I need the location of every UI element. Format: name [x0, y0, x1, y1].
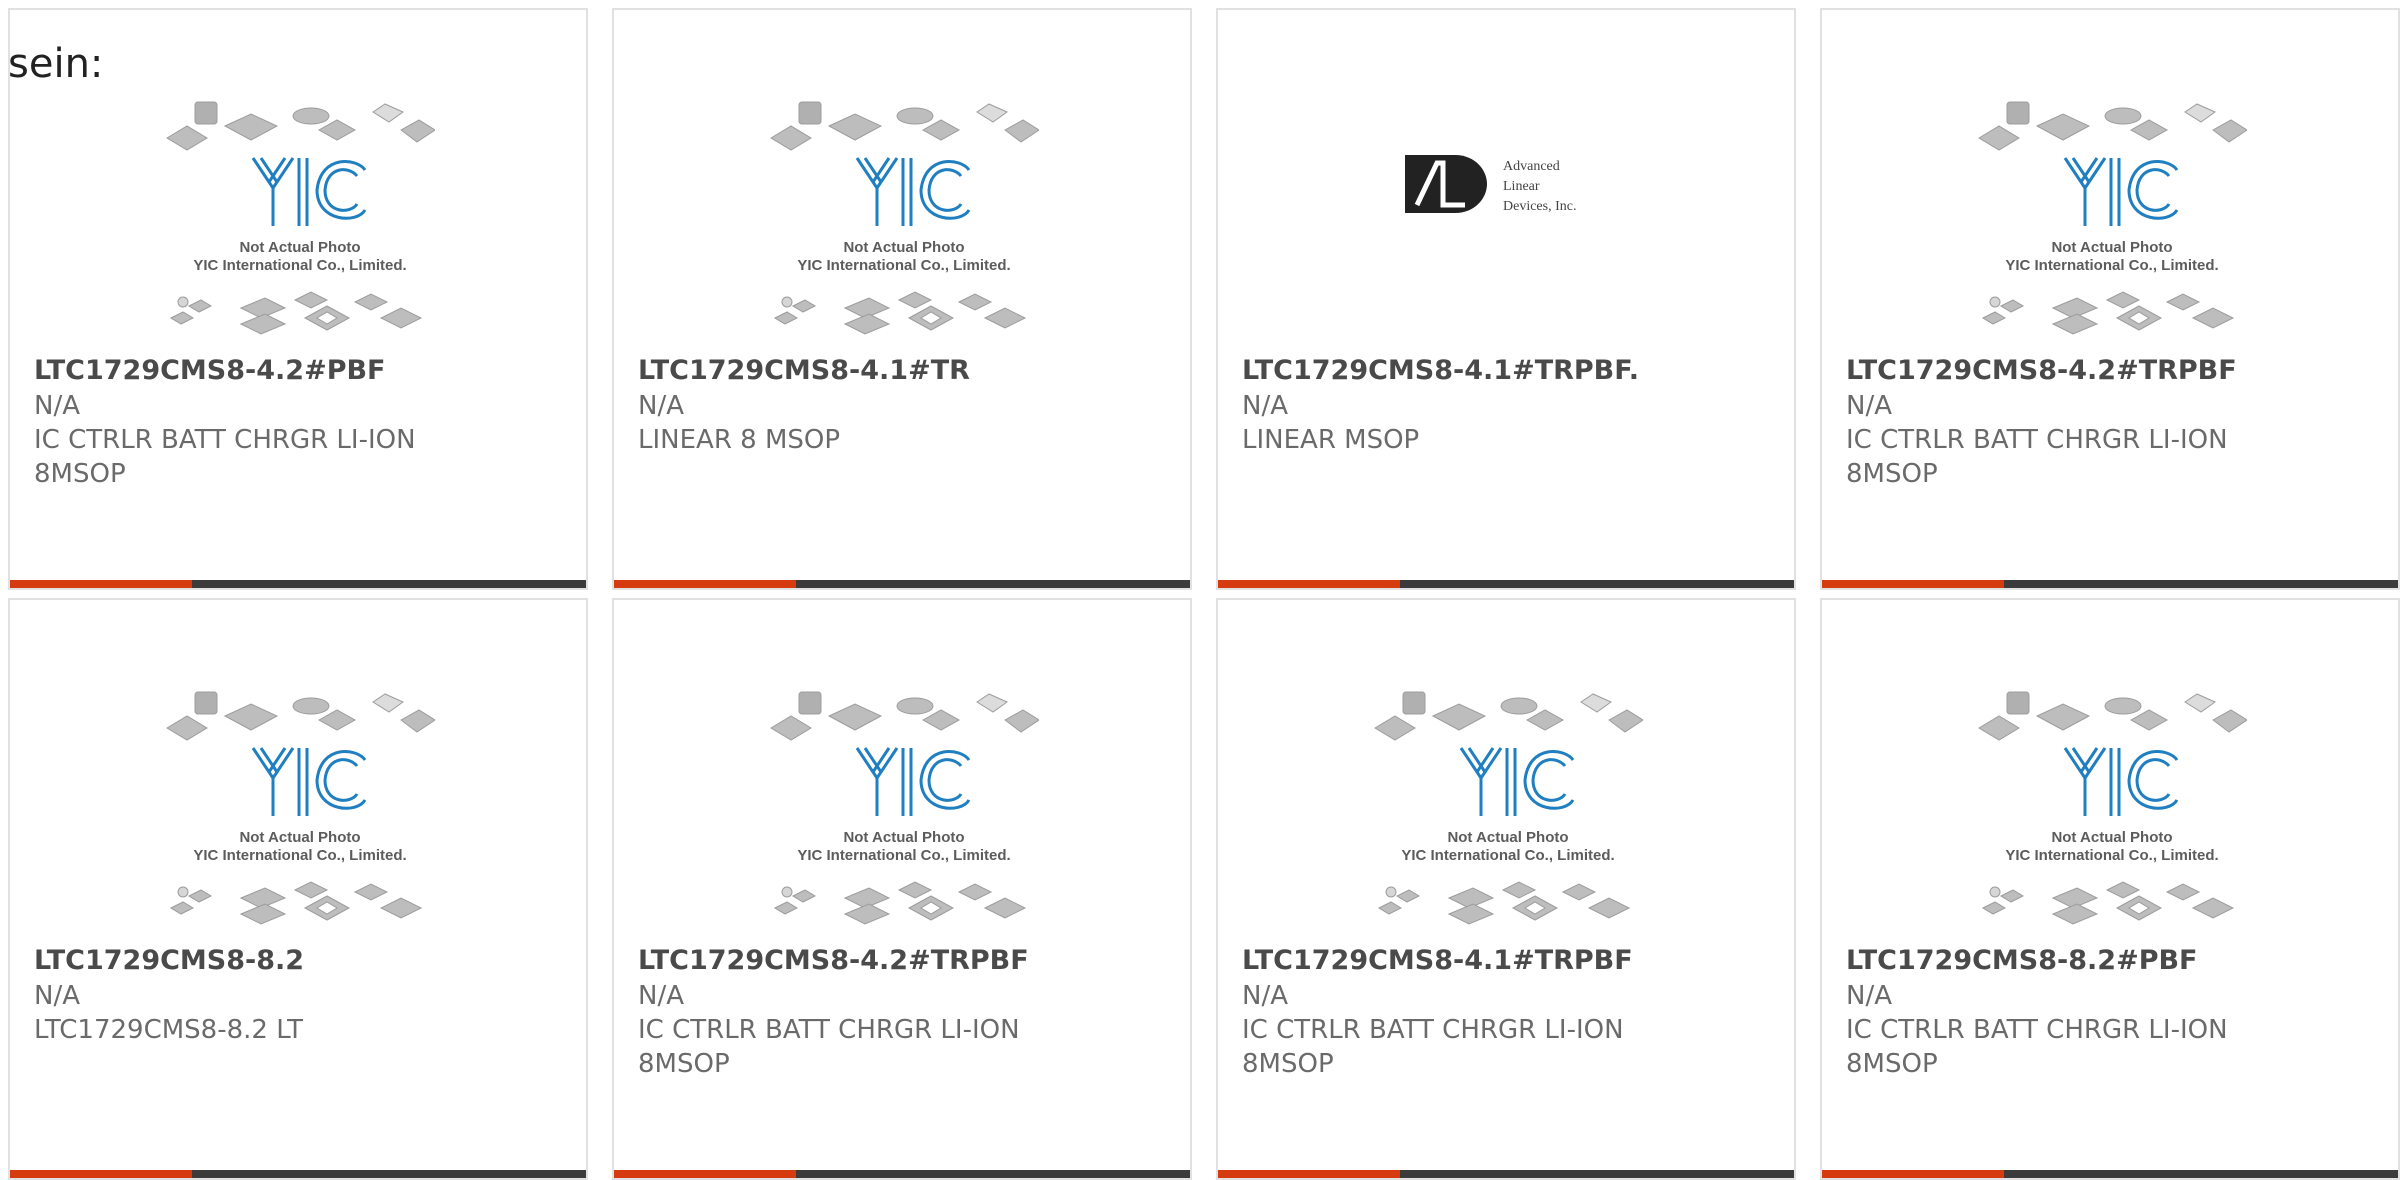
card-accent-bar: [1822, 580, 2398, 588]
placeholder-line-2: YIC International Co., Limited.: [2005, 847, 2218, 864]
card-accent-bar: [1218, 1170, 1794, 1178]
product-card[interactable]: Not Actual Photo YIC International Co., …: [1820, 8, 2400, 590]
card-accent-bar: [10, 580, 586, 588]
product-info: LTC1729CMS8-4.1#TRPBF. N/A LINEAR MSOP: [1242, 354, 1774, 457]
placeholder-line-2: YIC International Co., Limited.: [797, 847, 1010, 864]
manufacturer-text: N/A: [34, 981, 80, 1011]
card-accent-bar: [10, 1170, 586, 1178]
ald-company-logo: Advanced Linear Devices, Inc.: [1405, 155, 1576, 214]
product-info: LTC1729CMS8-8.2 N/A LTC1729CMS8-8.2 LT: [34, 944, 566, 1047]
product-image[interactable]: Advanced Linear Devices, Inc.: [1218, 96, 1794, 346]
description-text: IC CTRLR BATT CHRGR LI-ION 8MSOP: [1242, 1015, 1624, 1079]
product-card[interactable]: Not Actual Photo YIC International Co., …: [8, 598, 588, 1180]
part-number-link[interactable]: LTC1729CMS8-4.1#TRPBF: [1242, 944, 1774, 978]
card-accent-segment: [614, 1170, 796, 1178]
part-number-link[interactable]: LTC1729CMS8-4.1#TR: [638, 354, 1170, 388]
manufacturer-text: N/A: [1242, 391, 1288, 421]
product-image[interactable]: Not Actual Photo YIC International Co., …: [1822, 686, 2398, 936]
card-accent-segment: [1218, 580, 1400, 588]
card-accent-segment: [10, 580, 192, 588]
yic-placeholder-image: Not Actual Photo YIC International Co., …: [166, 691, 435, 925]
card-accent-segment: [1822, 1170, 2004, 1178]
yic-placeholder-image: Not Actual Photo YIC International Co., …: [1978, 101, 2247, 335]
card-accent-bar: [1822, 1170, 2398, 1178]
part-number-link[interactable]: LTC1729CMS8-4.2#PBF: [34, 354, 566, 388]
card-accent-bar: [614, 1170, 1190, 1178]
card-accent-bar: [1218, 580, 1794, 588]
placeholder-line-2: YIC International Co., Limited.: [1401, 847, 1614, 864]
placeholder-line-2: YIC International Co., Limited.: [193, 257, 406, 274]
description-text: IC CTRLR BATT CHRGR LI-ION 8MSOP: [1846, 425, 2228, 489]
card-accent-bar: [614, 580, 1190, 588]
placeholder-line-1: Not Actual Photo: [2051, 239, 2172, 256]
yic-logo-icon: [251, 157, 367, 226]
yic-placeholder-image: Not Actual Photo YIC International Co., …: [1978, 691, 2247, 925]
manufacturer-text: N/A: [1242, 981, 1288, 1011]
product-card[interactable]: Advanced Linear Devices, Inc. LTC1729CMS…: [1216, 8, 1796, 590]
placeholder-line-1: Not Actual Photo: [843, 829, 964, 846]
card-accent-segment: [1218, 1170, 1400, 1178]
card-accent-segment: [1822, 580, 2004, 588]
placeholder-line-1: Not Actual Photo: [1447, 829, 1568, 846]
ald-logo-icon: [1405, 155, 1487, 213]
product-grid: Not Actual Photo YIC International Co., …: [8, 8, 2400, 1180]
part-number-link[interactable]: LTC1729CMS8-4.1#TRPBF.: [1242, 354, 1774, 388]
product-info: LTC1729CMS8-4.2#PBF N/A IC CTRLR BATT CHRG…: [34, 354, 566, 491]
product-card[interactable]: Not Actual Photo YIC International Co., …: [1820, 598, 2400, 1180]
description-text: IC CTRLR BATT CHRGR LI-ION 8MSOP: [1846, 1015, 2228, 1079]
intro-text: sein:: [8, 41, 104, 87]
part-number-link[interactable]: LTC1729CMS8-8.2: [34, 944, 566, 978]
description-text: LTC1729CMS8-8.2 LT: [34, 1015, 304, 1045]
product-info: LTC1729CMS8-4.1#TR N/A LINEAR 8 MSOP: [638, 354, 1170, 457]
yic-placeholder-image: Not Actual Photo YIC International Co., …: [1374, 691, 1643, 925]
card-accent-segment: [10, 1170, 192, 1178]
product-info: LTC1729CMS8-4.2#TRPBF N/A IC CTRLR BATT CH…: [638, 944, 1170, 1081]
product-card[interactable]: Not Actual Photo YIC International Co., …: [612, 598, 1192, 1180]
yic-logo-icon: [855, 157, 971, 226]
product-image[interactable]: Not Actual Photo YIC International Co., …: [1218, 686, 1794, 936]
product-card[interactable]: Not Actual Photo YIC International Co., …: [8, 8, 588, 590]
placeholder-line-1: Not Actual Photo: [239, 239, 360, 256]
product-image[interactable]: Not Actual Photo YIC International Co., …: [1822, 96, 2398, 346]
placeholder-line-2: YIC International Co., Limited.: [193, 847, 406, 864]
part-number-link[interactable]: LTC1729CMS8-8.2#PBF: [1846, 944, 2378, 978]
product-image[interactable]: Not Actual Photo YIC International Co., …: [614, 96, 1190, 346]
product-info: LTC1729CMS8-4.2#TRPBF N/A IC CTRLR BATT CH…: [1846, 354, 2378, 491]
product-info: LTC1729CMS8-8.2#PBF N/A IC CTRLR BATT CHRG…: [1846, 944, 2378, 1081]
placeholder-line-1: Not Actual Photo: [239, 829, 360, 846]
svg-text:Devices, Inc.: Devices, Inc.: [1503, 199, 1576, 214]
product-card[interactable]: Not Actual Photo YIC International Co., …: [1216, 598, 1796, 1180]
svg-text:Linear: Linear: [1503, 179, 1540, 194]
yic-logo-icon: [855, 747, 971, 816]
manufacturer-text: N/A: [1846, 391, 1892, 421]
product-image[interactable]: Not Actual Photo YIC International Co., …: [10, 96, 586, 346]
manufacturer-text: N/A: [638, 391, 684, 421]
description-text: LINEAR MSOP: [1242, 425, 1420, 455]
part-number-link[interactable]: LTC1729CMS8-4.2#TRPBF: [638, 944, 1170, 978]
placeholder-line-2: YIC International Co., Limited.: [797, 257, 1010, 274]
description-text: IC CTRLR BATT CHRGR LI-ION 8MSOP: [638, 1015, 1020, 1079]
yic-logo-icon: [2063, 747, 2179, 816]
yic-placeholder-image: Not Actual Photo YIC International Co., …: [770, 101, 1039, 335]
product-info: LTC1729CMS8-4.1#TRPBF N/A IC CTRLR BATT CH…: [1242, 944, 1774, 1081]
part-number-link[interactable]: LTC1729CMS8-4.2#TRPBF: [1846, 354, 2378, 388]
card-accent-segment: [614, 580, 796, 588]
placeholder-line-1: Not Actual Photo: [843, 239, 964, 256]
placeholder-line-2: YIC International Co., Limited.: [2005, 257, 2218, 274]
product-card[interactable]: Not Actual Photo YIC International Co., …: [612, 8, 1192, 590]
manufacturer-text: N/A: [638, 981, 684, 1011]
product-image[interactable]: Not Actual Photo YIC International Co., …: [614, 686, 1190, 936]
yic-placeholder-image: Not Actual Photo YIC International Co., …: [166, 101, 435, 335]
yic-logo-icon: [1459, 747, 1575, 816]
yic-placeholder-image: Not Actual Photo YIC International Co., …: [770, 691, 1039, 925]
description-text: IC CTRLR BATT CHRGR LI-ION 8MSOP: [34, 425, 416, 489]
yic-logo-icon: [251, 747, 367, 816]
manufacturer-text: N/A: [1846, 981, 1892, 1011]
description-text: LINEAR 8 MSOP: [638, 425, 841, 455]
yic-logo-icon: [2063, 157, 2179, 226]
svg-text:Advanced: Advanced: [1503, 159, 1560, 174]
manufacturer-text: N/A: [34, 391, 80, 421]
product-image[interactable]: Not Actual Photo YIC International Co., …: [10, 686, 586, 936]
placeholder-line-1: Not Actual Photo: [2051, 829, 2172, 846]
